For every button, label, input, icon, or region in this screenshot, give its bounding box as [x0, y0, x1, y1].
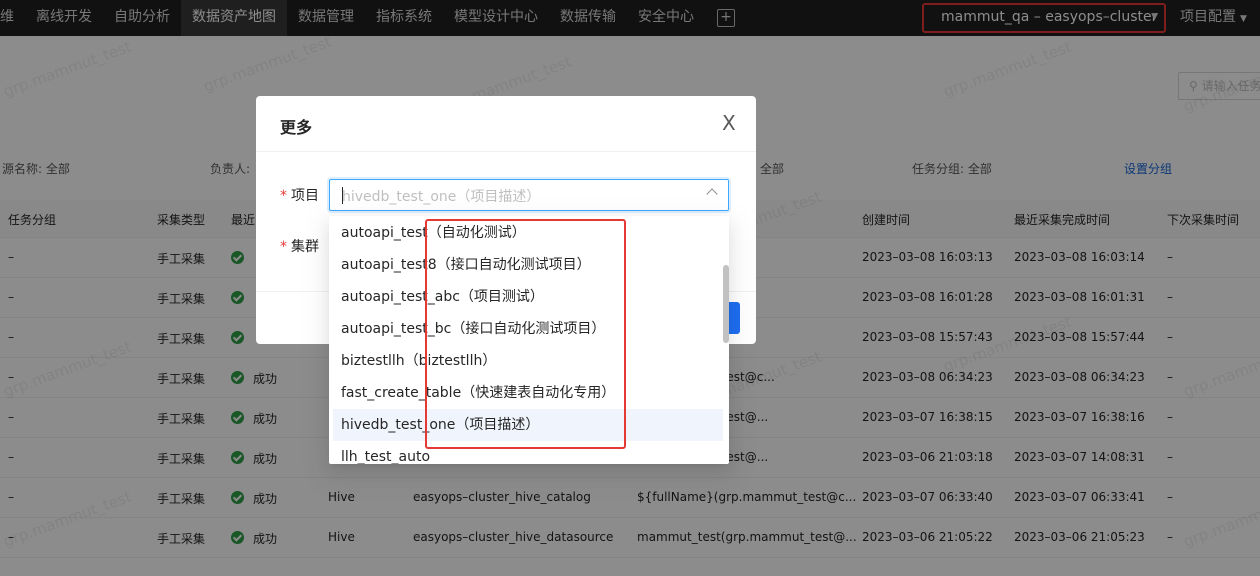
required-mark: * [280, 188, 287, 204]
project-label-text: 项目 [291, 188, 319, 204]
modal-divider [256, 151, 756, 152]
project-select[interactable]: hivedb_test_one（项目描述） [329, 179, 729, 211]
project-label: * 项目 [280, 185, 319, 205]
modal-title: 更多 [280, 118, 313, 137]
annotation-box [425, 219, 626, 449]
project-select-value: hivedb_test_one（项目描述） [342, 189, 541, 205]
text-cursor [342, 187, 343, 204]
cluster-label-text: 集群 [291, 239, 319, 255]
cluster-label: * 集群 [280, 236, 319, 256]
chevron-up-icon [706, 188, 718, 200]
required-mark: * [280, 239, 287, 255]
close-icon[interactable]: X [722, 113, 736, 133]
dropdown-scrollbar[interactable] [723, 265, 729, 343]
